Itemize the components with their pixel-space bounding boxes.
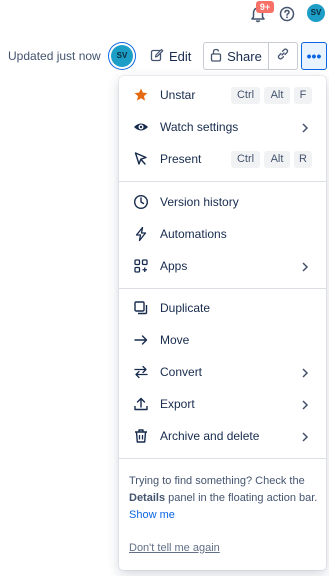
- share-button[interactable]: Share: [203, 42, 269, 70]
- menu-item-present[interactable]: Present Ctrl Alt R: [119, 143, 326, 175]
- chevron-right-icon: [301, 430, 309, 442]
- shortcut-key: Ctrl: [231, 151, 260, 168]
- menu-item-label: Apps: [160, 259, 188, 273]
- menu-item-export[interactable]: Export: [119, 388, 326, 420]
- copy-link-button[interactable]: [268, 42, 298, 70]
- top-bar: 9+ SV: [0, 0, 329, 32]
- swap-arrows-icon: [133, 364, 149, 380]
- last-updated-status: Updated just now: [8, 49, 101, 63]
- chevron-right-icon: [301, 366, 309, 378]
- upload-icon: [133, 396, 149, 412]
- menu-item-label: Export: [160, 397, 195, 411]
- menu-item-label: Unstar: [160, 88, 196, 102]
- star-icon: [133, 87, 149, 103]
- shortcut-key: Alt: [264, 87, 290, 104]
- menu-item-move[interactable]: Move: [119, 324, 326, 356]
- show-me-link[interactable]: Show me: [129, 509, 175, 521]
- menu-item-label: Version history: [160, 195, 239, 209]
- menu-item-archive-delete[interactable]: Archive and delete: [119, 420, 326, 452]
- menu-item-automations[interactable]: Automations: [119, 218, 326, 250]
- menu-item-label: Automations: [160, 227, 227, 241]
- hint-details-emphasis: Details: [129, 492, 166, 504]
- present-pointer-icon: [133, 151, 149, 167]
- pencil-icon: [150, 48, 164, 65]
- menu-item-label: Move: [160, 333, 190, 347]
- collaborator-avatar[interactable]: SV: [111, 45, 133, 67]
- shortcut-key: Ctrl: [231, 87, 260, 104]
- eye-icon: [133, 119, 149, 135]
- help-icon[interactable]: [279, 6, 295, 22]
- menu-item-version-history[interactable]: Version history: [119, 186, 326, 218]
- menu-item-label: Watch settings: [160, 120, 239, 134]
- lock-icon: [210, 48, 222, 65]
- more-actions-menu: Unstar Ctrl Alt F Watch settings Present…: [119, 76, 326, 570]
- menu-item-duplicate[interactable]: Duplicate: [119, 292, 326, 324]
- menu-item-label: Present: [160, 152, 202, 166]
- lightning-icon: [133, 226, 149, 242]
- menu-divider: [119, 458, 326, 459]
- edit-button[interactable]: Edit: [146, 44, 195, 68]
- menu-item-unstar[interactable]: Unstar Ctrl Alt F: [119, 79, 326, 111]
- page-toolbar: Updated just now SV Edit Share •••: [0, 40, 329, 72]
- shortcut-key: F: [294, 87, 312, 104]
- arrow-right-icon: [133, 332, 149, 348]
- find-something-hint: Trying to find something? Check the Deta…: [129, 473, 319, 524]
- share-label: Share: [227, 48, 262, 64]
- chevron-right-icon: [301, 260, 309, 272]
- notifications-count-badge: 9+: [256, 1, 274, 13]
- menu-item-label: Convert: [160, 365, 203, 379]
- hint-text: panel in the floating action bar.: [165, 492, 318, 504]
- chevron-right-icon: [301, 121, 309, 133]
- hint-text: Trying to find something? Check the: [129, 475, 305, 487]
- trash-icon: [133, 428, 149, 444]
- menu-item-convert[interactable]: Convert: [119, 356, 326, 388]
- menu-divider: [119, 288, 326, 289]
- shortcut-key: R: [294, 151, 312, 168]
- chevron-right-icon: [301, 398, 309, 410]
- menu-item-watch-settings[interactable]: Watch settings: [119, 111, 326, 143]
- user-avatar[interactable]: SV: [307, 4, 325, 22]
- edit-label: Edit: [169, 48, 192, 64]
- shortcut-key: Alt: [264, 151, 290, 168]
- copy-icon: [133, 300, 149, 316]
- menu-item-label: Archive and delete: [160, 429, 260, 443]
- more-actions-button[interactable]: •••: [301, 42, 327, 70]
- dont-tell-me-again-link[interactable]: Don't tell me again: [129, 542, 220, 554]
- apps-grid-icon: [133, 258, 149, 274]
- menu-item-label: Duplicate: [160, 301, 211, 315]
- menu-divider: [119, 181, 326, 182]
- link-icon: [276, 47, 290, 66]
- more-dots-icon: •••: [306, 48, 322, 64]
- clock-icon: [133, 194, 149, 210]
- menu-item-apps[interactable]: Apps: [119, 250, 326, 282]
